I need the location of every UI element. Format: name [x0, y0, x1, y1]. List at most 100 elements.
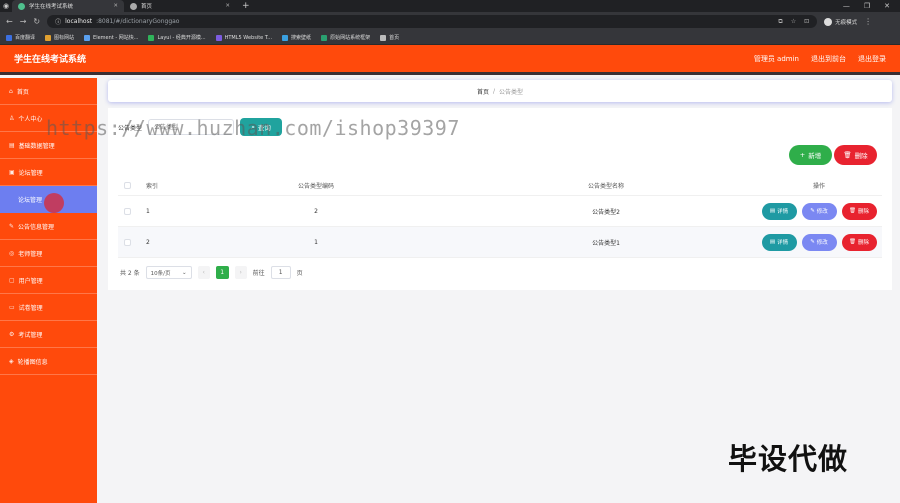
table-header-row: 索引 公告类型编码 公告类型名称 操作 — [118, 176, 882, 196]
sidebar-item-home[interactable]: ⌂ 首页 — [0, 78, 97, 105]
cell-name: 公告类型2 — [592, 208, 620, 216]
edit-icon: ✎ — [810, 239, 815, 245]
url-field[interactable]: ⓘ localhost:8081/#/dictionaryGonggao ⧉ ☆… — [47, 15, 818, 28]
bookmark-label: Element - 网站快... — [93, 35, 139, 41]
sidebar-item-notices[interactable]: ✎ 公告信息管理 — [0, 213, 97, 240]
star-icon[interactable]: ☆ — [791, 18, 796, 26]
bookmark-icon — [6, 34, 12, 41]
home-icon: ⌂ — [9, 87, 13, 95]
cell-code: 2 — [314, 207, 318, 215]
sidebar-item-label: 首页 — [16, 88, 29, 96]
vue-favicon-icon — [18, 2, 25, 10]
delete-button[interactable]: 🗑 删除 — [841, 202, 877, 220]
reload-icon[interactable]: ↻ — [33, 17, 40, 26]
plus-icon: + — [799, 151, 806, 159]
sidebar-item-teachers[interactable]: ◎ 老师管理 — [0, 240, 97, 267]
restore-icon[interactable]: ❐ — [864, 2, 870, 10]
app-header: 学生在线考试系统 管理员 admin 退出到前台 退出登录 — [0, 45, 900, 75]
tab-title: 学生在线考试系统 — [29, 4, 74, 10]
bookmark-item[interactable]: 百度翻译 — [6, 34, 35, 41]
user-icon: ♙ — [9, 114, 15, 122]
mouse-cursor-highlight — [44, 193, 64, 213]
row-checkbox[interactable] — [123, 207, 131, 215]
notice-icon: ✎ — [9, 222, 15, 230]
forum-icon: ▣ — [9, 168, 15, 176]
image-icon: ◈ — [9, 357, 14, 365]
profile-label: 无痕模式 — [835, 19, 858, 26]
minimize-icon[interactable]: — — [843, 2, 850, 10]
sidebar-item-users[interactable]: ▢ 用户管理 — [0, 267, 97, 294]
url-host: localhost — [65, 18, 93, 25]
goto-page-input[interactable]: 1 — [270, 266, 291, 279]
bookmark-item[interactable]: 原始网站系统框架 — [321, 34, 370, 41]
watermark-text: https://www.huzhan.com/ishop39397 — [46, 116, 460, 140]
column-header-code: 公告类型编码 — [297, 183, 334, 190]
bookmark-item[interactable]: Layui - 经典开源模... — [148, 34, 206, 41]
teacher-icon: ◎ — [9, 249, 15, 257]
select-all-checkbox[interactable] — [123, 182, 131, 189]
table-row: 2 1 公告类型1 ▤ 详情 ✎ 修改 🗑 删除 — [118, 227, 882, 258]
add-button[interactable]: + 新增 — [789, 145, 832, 165]
forward-arrow-icon[interactable]: → — [20, 17, 27, 26]
bookmark-item[interactable]: Element - 网站快... — [84, 34, 138, 41]
sidebar-item-exams[interactable]: ⚙ 考试管理 — [0, 321, 97, 348]
column-header-index: 索引 — [146, 183, 159, 190]
bookmark-label: 百度翻译 — [15, 35, 36, 41]
back-to-front-link[interactable]: 退出到前台 — [811, 54, 846, 64]
browser-tab[interactable]: 首页 ✕ — [124, 0, 236, 12]
page-size-select[interactable]: 10条/页 ⌄ — [145, 266, 192, 279]
delete-label: 删除 — [857, 209, 869, 215]
translate-icon[interactable]: ⧉ — [778, 18, 782, 26]
bookmark-item[interactable]: 首页 — [380, 34, 399, 41]
bookmark-label: 搜索壁纸 — [291, 35, 312, 41]
globe-favicon-icon — [130, 2, 137, 10]
database-icon: ▤ — [9, 141, 15, 149]
delete-button[interactable]: 🗑 删除 — [841, 233, 877, 251]
trash-icon: 🗑 — [849, 239, 856, 245]
detail-label: 详情 — [777, 240, 789, 246]
window-close-icon[interactable]: ✕ — [884, 2, 890, 10]
browser-menu-icon[interactable]: ◉ — [0, 0, 12, 12]
column-header-ops: 操作 — [812, 183, 825, 190]
edit-button[interactable]: ✎ 修改 — [801, 233, 837, 251]
bookmark-item[interactable]: 图标网站 — [45, 34, 74, 41]
extension-icon[interactable]: ⊡ — [804, 18, 809, 26]
chevron-down-icon: ⌄ — [182, 269, 187, 276]
back-arrow-icon[interactable]: ← — [6, 17, 13, 26]
prev-page-icon[interactable]: ‹ — [197, 266, 210, 279]
bookmark-icon — [84, 34, 91, 41]
row-checkbox[interactable] — [123, 238, 131, 246]
next-page-icon[interactable]: › — [234, 266, 247, 279]
bookmark-item[interactable]: 搜索壁纸 — [282, 34, 311, 41]
sidebar-item-forum[interactable]: ▣ 论坛管理 — [0, 159, 97, 186]
more-menu-icon[interactable]: ⋮ — [864, 17, 872, 26]
add-button-label: 新增 — [808, 152, 822, 160]
tab-close-icon[interactable]: ✕ — [225, 3, 230, 9]
browser-tab-active[interactable]: 学生在线考试系统 ✕ — [12, 0, 124, 12]
sidebar-item-papers[interactable]: ▭ 试卷管理 — [0, 294, 97, 321]
column-header-name: 公告类型名称 — [587, 183, 624, 190]
batch-delete-button[interactable]: 🗑 删除 — [834, 145, 877, 165]
detail-button[interactable]: ▤ 详情 — [761, 202, 797, 220]
table-row: 1 2 公告类型2 ▤ 详情 ✎ 修改 🗑 删除 — [118, 196, 882, 227]
bookmark-item[interactable]: HTML5 Website T... — [215, 34, 272, 41]
tab-close-icon[interactable]: ✕ — [113, 3, 118, 9]
page-suffix: 页 — [296, 270, 303, 277]
logout-link[interactable]: 退出登录 — [858, 54, 886, 64]
current-user: 管理员 admin — [753, 54, 799, 63]
edit-label: 修改 — [816, 240, 828, 246]
new-tab-icon[interactable]: + — [236, 1, 256, 11]
profile-button[interactable]: 无痕模式 — [824, 17, 858, 26]
edit-icon: ✎ — [810, 208, 815, 214]
window-controls: — ❐ ✕ — [843, 2, 900, 10]
page-number-current[interactable]: 1 — [215, 266, 229, 279]
edit-button[interactable]: ✎ 修改 — [801, 202, 837, 220]
detail-button[interactable]: ▤ 详情 — [761, 233, 797, 251]
bookmark-label: 原始网站系统框架 — [330, 35, 371, 41]
bookmark-icon — [215, 34, 222, 41]
bookmark-label: 首页 — [389, 35, 400, 41]
sidebar-item-label: 论坛管理 — [18, 169, 43, 177]
breadcrumb-home[interactable]: 首页 — [477, 87, 489, 96]
edit-label: 修改 — [816, 209, 828, 215]
sidebar-item-carousel[interactable]: ◈ 轮播图信息 — [0, 348, 97, 375]
